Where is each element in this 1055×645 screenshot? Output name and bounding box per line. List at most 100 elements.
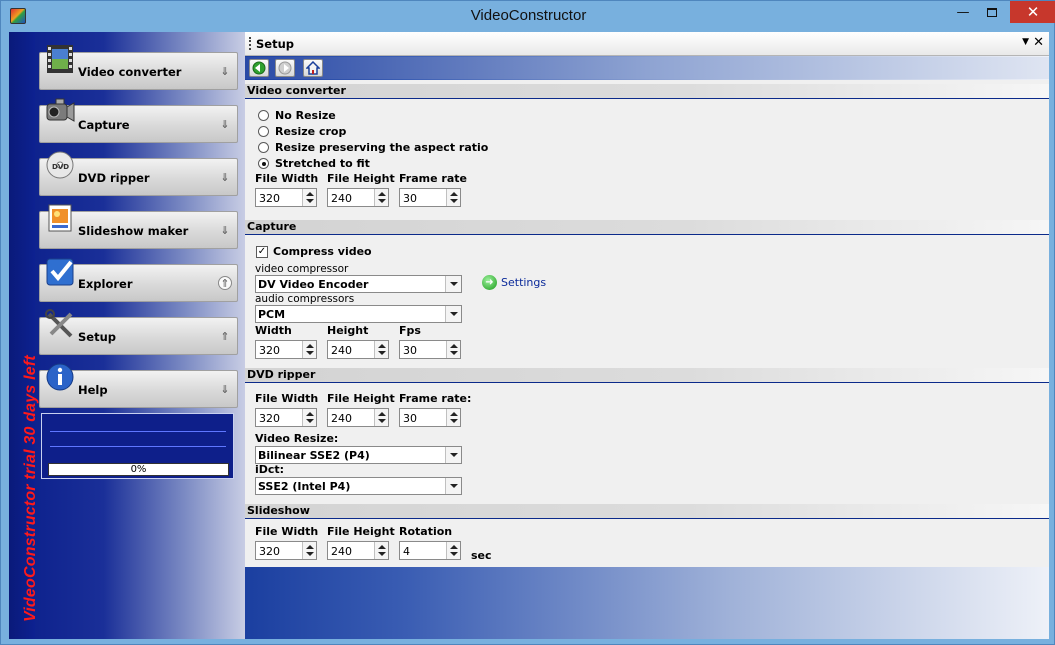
- spin-arrows[interactable]: [302, 341, 316, 358]
- capture-height-spinner[interactable]: 240: [327, 340, 389, 359]
- dvd-width-spinner[interactable]: 320: [255, 408, 317, 427]
- close-button[interactable]: ✕: [1010, 1, 1055, 23]
- field-label: Frame rate:: [399, 392, 472, 405]
- spin-arrows[interactable]: [302, 189, 316, 206]
- spin-arrows[interactable]: [302, 409, 316, 426]
- back-icon: [252, 61, 266, 75]
- trial-strip: VideoConstructor trial 30 days left: [9, 32, 39, 639]
- chevron-down-icon: ⇓: [220, 64, 230, 78]
- field-label: Rotation: [399, 525, 453, 538]
- forward-button[interactable]: [275, 59, 295, 77]
- radio-resize-crop[interactable]: [258, 126, 269, 137]
- chevron-down-icon: ⇓: [220, 223, 230, 237]
- sidebar-item-help[interactable]: Help ⇓: [39, 363, 238, 408]
- spinner-value: 320: [259, 192, 280, 205]
- radio-label: Stretched to fit: [275, 157, 370, 170]
- radio-stretched-to-fit[interactable]: [258, 158, 269, 169]
- settings-content: Video converter No Resize Resize crop Re…: [245, 80, 1049, 567]
- spin-arrows[interactable]: [446, 341, 460, 358]
- section-slideshow: Slideshow: [245, 504, 1049, 519]
- vc-height-spinner[interactable]: 240: [327, 188, 389, 207]
- spinner-value: 320: [259, 412, 280, 425]
- sidebar-item-dvd-ripper[interactable]: DVD DVD ripper ⇓: [39, 151, 238, 196]
- sidebar-item-video-converter[interactable]: Video converter ⇓: [39, 45, 238, 90]
- field-label: audio compressors: [255, 293, 355, 305]
- progress-text: 0%: [130, 464, 147, 475]
- capture-width-spinner[interactable]: 320: [255, 340, 317, 359]
- sidebar: VideoConstructor trial 30 days left Vide…: [9, 32, 245, 639]
- maximize-icon: [987, 7, 997, 17]
- select-value: SSE2 (Intel P4): [258, 480, 351, 493]
- spinner-value: 240: [331, 192, 352, 205]
- slideshow-icon: [48, 204, 72, 232]
- divider: [50, 431, 226, 432]
- video-resize-select[interactable]: Bilinear SSE2 (P4): [255, 446, 462, 464]
- tools-icon: [45, 309, 73, 338]
- dvd-height-spinner[interactable]: 240: [327, 408, 389, 427]
- spin-arrows[interactable]: [446, 542, 460, 559]
- spin-arrows[interactable]: [374, 542, 388, 559]
- nav-toolbar: [245, 57, 1049, 79]
- section-dvd-ripper: DVD ripper: [245, 368, 1049, 383]
- info-icon: [46, 363, 74, 391]
- chevron-down-icon[interactable]: [445, 478, 461, 494]
- sidebar-item-label: Capture: [78, 118, 130, 132]
- vc-width-spinner[interactable]: 320: [255, 188, 317, 207]
- sidebar-item-label: Slideshow maker: [78, 224, 189, 238]
- section-title: Video converter: [247, 84, 346, 97]
- trial-banner: VideoConstructor trial 30 days left: [22, 355, 39, 622]
- spin-arrows[interactable]: [374, 409, 388, 426]
- spin-arrows[interactable]: [302, 542, 316, 559]
- sidebar-item-explorer[interactable]: Explorer ⇑: [39, 258, 238, 302]
- field-label: Frame rate: [399, 172, 467, 185]
- slideshow-rotation-spinner[interactable]: 4: [399, 541, 461, 560]
- section-title: Capture: [247, 220, 297, 233]
- field-label: Video Resize:: [255, 432, 339, 445]
- radio-label: No Resize: [275, 109, 336, 122]
- dropdown-arrow-icon[interactable]: ▼: [1022, 37, 1029, 47]
- vc-rate-spinner[interactable]: 30: [399, 188, 461, 207]
- sidebar-item-setup[interactable]: Setup ⇑: [39, 309, 238, 355]
- spin-arrows[interactable]: [446, 189, 460, 206]
- title-bar: VideoConstructor — ✕: [1, 1, 1055, 32]
- film-icon: [47, 45, 73, 73]
- section-title: Slideshow: [247, 504, 310, 517]
- settings-label: Settings: [501, 276, 547, 289]
- minimize-button[interactable]: —: [949, 1, 977, 23]
- sidebar-item-label: Explorer: [78, 277, 133, 291]
- select-value: DV Video Encoder: [258, 278, 369, 291]
- home-button[interactable]: [303, 59, 323, 77]
- radio-resize-preserve-aspect[interactable]: [258, 142, 269, 153]
- dvd-rate-spinner[interactable]: 30: [399, 408, 461, 427]
- capture-fps-spinner[interactable]: 30: [399, 340, 461, 359]
- spin-arrows[interactable]: [446, 409, 460, 426]
- maximize-button[interactable]: [977, 1, 1007, 23]
- field-label: iDct:: [255, 463, 285, 476]
- chevron-down-icon: ⇓: [220, 382, 230, 396]
- compress-video-checkbox[interactable]: ✓: [256, 246, 268, 258]
- chevron-down-icon[interactable]: [445, 306, 461, 322]
- field-label: File Width: [255, 392, 319, 405]
- idct-select[interactable]: SSE2 (Intel P4): [255, 477, 462, 495]
- sidebar-item-capture[interactable]: Capture ⇓: [39, 98, 238, 143]
- video-compressor-select[interactable]: DV Video Encoder: [255, 275, 462, 293]
- audio-compressor-select[interactable]: PCM: [255, 305, 462, 323]
- chevron-down-icon[interactable]: [445, 276, 461, 292]
- sidebar-item-slideshow-maker[interactable]: Slideshow maker ⇓: [39, 204, 238, 249]
- checkbox-label: Compress video: [273, 245, 372, 258]
- sidebar-item-label: Video converter: [78, 65, 182, 79]
- field-label: File Width: [255, 525, 319, 538]
- panel-close-button[interactable]: ✕: [1033, 35, 1044, 50]
- settings-link[interactable]: ➜ Settings: [482, 275, 546, 290]
- divider: [50, 446, 226, 447]
- slideshow-height-spinner[interactable]: 240: [327, 541, 389, 560]
- chevron-down-icon[interactable]: [445, 447, 461, 463]
- back-button[interactable]: [249, 59, 269, 77]
- slideshow-width-spinner[interactable]: 320: [255, 541, 317, 560]
- spin-arrows[interactable]: [374, 189, 388, 206]
- spin-arrows[interactable]: [374, 341, 388, 358]
- radio-no-resize[interactable]: [258, 110, 269, 121]
- window-title: VideoConstructor: [470, 7, 587, 24]
- unit-label: sec: [471, 549, 492, 562]
- panel-title: Setup: [256, 37, 294, 51]
